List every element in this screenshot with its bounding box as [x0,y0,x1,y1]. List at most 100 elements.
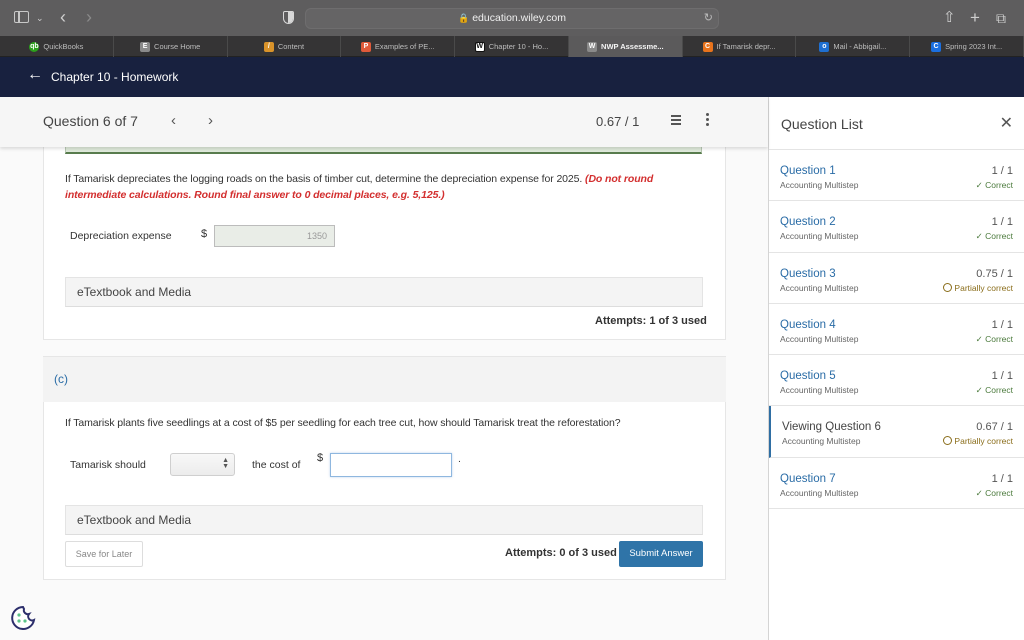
check-icon: ✓ [975,385,986,396]
sidebar-toggle-icon[interactable] [14,11,29,23]
status-text: Partially correct [954,436,1013,447]
browser-tab[interactable]: qb QuickBooks [0,36,114,57]
question-list-item[interactable]: Question 4 Accounting Multistep 1 / 1 ✓ Cor… [769,304,1024,356]
reforestation-cost-input[interactable] [330,453,452,477]
correct-answer-banner [65,147,702,154]
question-type: Accounting Multistep [782,436,861,447]
question-name[interactable]: Question 1 [780,165,836,177]
question-type: Accounting Multistep [780,180,859,190]
browser-tab[interactable]: C If Tamarisk depr... [683,36,797,57]
question-list-item[interactable]: Viewing Question 6 Accounting Multistep 0.… [769,406,1024,458]
question-status: ✓ Correct [976,385,1013,396]
question-score: 0.67 / 1 [976,421,1013,434]
etextbook-media-toggle[interactable]: eTextbook and Media [65,505,703,535]
outlook-icon: o [819,41,830,52]
submit-answer-button[interactable]: Submit Answer [619,541,703,567]
trailing-period: . [458,453,461,465]
browser-tab[interactable]: C Spring 2023 Int... [910,36,1024,57]
question-name[interactable]: Question 7 [780,473,836,485]
privacy-shield-icon[interactable] [283,11,294,24]
question-position: Question 6 of 7 [43,113,138,129]
browser-tab[interactable]: W NWP Assessme... [568,36,683,57]
question-list-icon[interactable] [667,114,681,126]
partial-circle-icon [943,282,953,292]
treatment-select[interactable]: ▲ ▼ [170,453,235,476]
question-score: 0.67 / 1 [596,114,640,129]
browser-tab[interactable]: P Examples of PE... [341,36,456,57]
tab-overview-icon[interactable]: ⧉ [996,0,1006,36]
question-score: 1 / 1 [991,165,1013,177]
cost-of-label: the cost of [252,459,301,471]
status-text: Correct [985,487,1013,498]
question-list: Question 1 Accounting Multistep 1 / 1 ✓ Cor… [769,149,1024,510]
wiley-icon: W [474,41,485,52]
close-icon[interactable]: ✕ [1000,113,1013,133]
content-icon: / [263,41,274,52]
question-name[interactable]: Question 2 [780,216,836,228]
tab-label: Examples of PE... [374,42,435,51]
attempts-counter: Attempts: 0 of 3 used [505,547,617,559]
status-text: Correct [985,385,1013,396]
question-list-item[interactable]: Question 7 Accounting Multistep 1 / 1 ✓ Cor… [769,458,1024,510]
save-for-later-button[interactable]: Save for Later [65,541,143,567]
tab-label: If Tamarisk depr... [716,42,776,51]
attempts-counter: Attempts: 1 of 3 used [595,315,707,327]
previous-question-button[interactable]: ‹ [171,112,176,129]
browser-tab[interactable]: E Course Home [114,36,228,57]
question-type: Accounting Multistep [780,487,859,498]
question-status: ✓ Correct [976,488,1013,499]
question-score: 1 / 1 [991,370,1013,383]
share-icon[interactable]: ⇧ [943,0,956,36]
more-options-icon[interactable] [706,113,709,128]
part-label: (c) [54,372,68,386]
examples-icon: P [360,41,371,52]
quickbooks-icon: qb [29,41,40,52]
reload-icon[interactable]: ↻ [704,9,713,28]
back-icon[interactable]: ‹ [60,0,66,35]
forward-icon[interactable]: › [86,0,92,35]
c-icon: C [931,41,942,52]
question-list-item[interactable]: Question 2 Accounting Multistep 1 / 1 ✓ Cor… [769,201,1024,253]
etextbook-media-toggle[interactable]: eTextbook and Media [65,277,703,307]
depreciation-expense-label: Depreciation expense [70,230,172,242]
check-icon: ✓ [975,180,986,190]
question-list-item[interactable]: Question 3 Accounting Multistep 0.75 / 1 Pa… [769,253,1024,304]
course-home-icon: E [140,41,151,52]
question-list-item[interactable]: Question 1 Accounting Multistep 1 / 1 ✓ Cor… [769,150,1024,202]
url-text: education.wiley.com [472,12,566,24]
chevron-down-icon[interactable]: ⌄ [36,0,44,36]
question-name[interactable]: Question 5 [780,370,836,382]
browser-toolbar: ⌄ ‹ › 🔒 education.wiley.com ↻ ⇧ + ⧉ [0,0,1024,36]
address-bar[interactable]: 🔒 education.wiley.com ↻ [305,8,719,29]
question-type: Accounting Multistep [780,385,859,396]
question-name[interactable]: Question 4 [780,319,836,331]
question-score: 0.75 / 1 [976,267,1013,280]
question-name[interactable]: Viewing Question 6 [782,421,881,433]
question-name[interactable]: Question 3 [780,268,836,280]
status-text: Correct [985,231,1013,242]
browser-tab[interactable]: o Mail - Abbigail... [796,36,911,57]
currency-symbol: $ [201,228,208,240]
check-icon: ✓ [975,333,986,344]
question-type: Accounting Multistep [780,231,859,242]
question-status: Partially correct [943,282,1013,293]
check-icon: ✓ [975,487,986,498]
question-header: Question 6 of 7 ‹ › 0.67 / 1 [0,97,768,147]
tamarisk-should-label: Tamarisk should [70,459,146,471]
tab-label: Course Home [154,42,201,51]
browser-tab[interactable]: / Content [228,36,342,57]
next-question-button[interactable]: › [208,112,213,129]
new-tab-icon[interactable]: + [970,0,980,36]
status-text: Correct [985,180,1013,190]
question-type: Accounting Multistep [780,282,859,293]
tab-label: Chapter 10 - Ho... [488,42,549,51]
status-text: Correct [985,333,1013,344]
depreciation-expense-input[interactable]: 1350 [214,225,335,247]
back-arrow-icon[interactable]: ← [27,66,43,84]
question-list-item[interactable]: Question 5 Accounting Multistep 1 / 1 ✓ Cor… [769,355,1024,407]
cookie-settings-icon[interactable] [9,604,37,632]
question-status: Partially correct [943,436,1013,446]
assignment-title[interactable]: Chapter 10 - Homework [51,70,178,84]
chegg-icon: C [702,41,713,52]
browser-tab[interactable]: W Chapter 10 - Ho... [455,36,569,57]
